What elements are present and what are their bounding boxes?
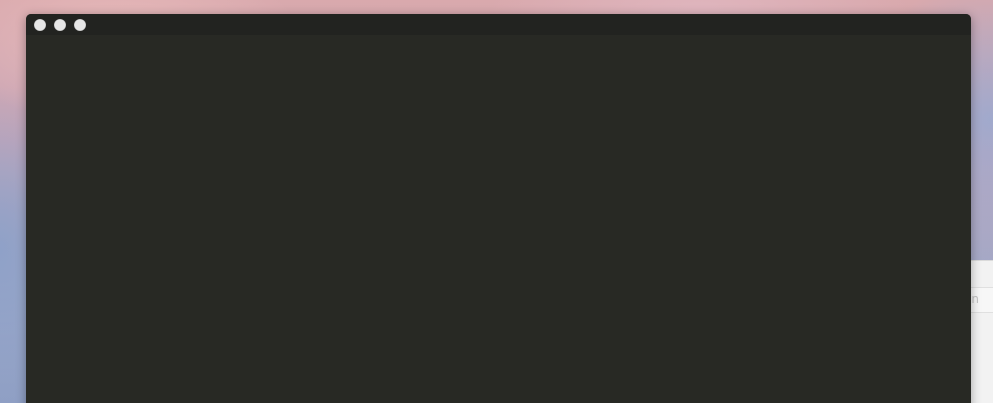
terminal-content-area[interactable] <box>26 35 971 403</box>
background-window-partial-text: n <box>971 292 979 306</box>
window-titlebar[interactable] <box>26 14 971 36</box>
minimize-button[interactable] <box>54 18 66 31</box>
close-button[interactable] <box>34 18 46 31</box>
zoom-button[interactable] <box>74 18 86 31</box>
desktop-background: n <box>0 0 993 403</box>
terminal-window <box>26 14 971 403</box>
